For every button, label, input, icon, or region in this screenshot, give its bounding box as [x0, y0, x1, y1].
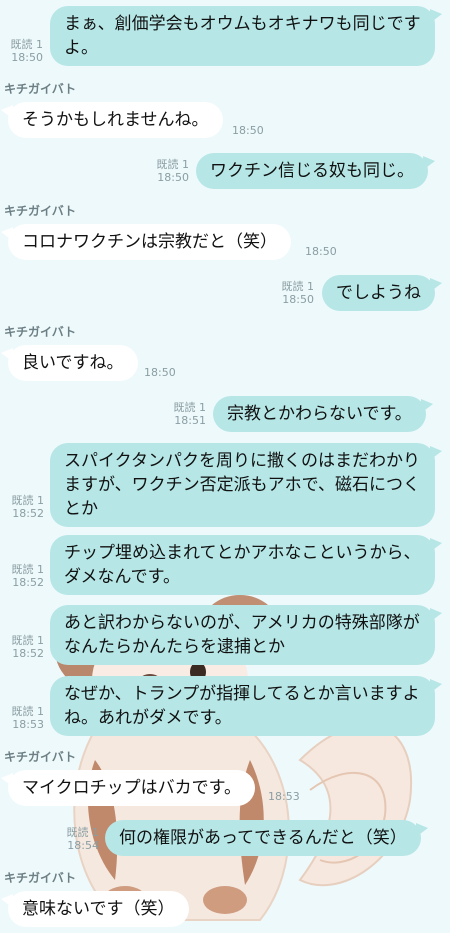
- sender-name: キチガイバト: [4, 82, 77, 96]
- message-meta: 既読 1 18:50: [270, 280, 315, 306]
- message-bubble-outgoing[interactable]: チップ埋め込まれてとかアホなこというから、ダメなんです。: [50, 535, 442, 595]
- message-meta: 既読 1 18:51: [162, 401, 207, 427]
- read-receipt: 既読 1: [11, 494, 45, 507]
- message-meta: 既読 1 18:53: [0, 705, 45, 731]
- timestamp: 18:50: [11, 51, 43, 64]
- timestamp: 18:52: [12, 507, 44, 520]
- read-receipt: 既読 1: [11, 705, 45, 718]
- read-receipt: 既読 1: [66, 826, 100, 839]
- sender-name: キチガイバト: [4, 204, 77, 218]
- read-receipt: 既読 1: [10, 38, 44, 51]
- message-bubble-outgoing[interactable]: ワクチン信じる奴も同じ。: [196, 153, 435, 189]
- message-bubble-outgoing[interactable]: あと訳わからないのが、アメリカの特殊部隊がなんたらかんたらを逮捕とか: [50, 605, 442, 665]
- timestamp: 18:54: [67, 839, 99, 852]
- timestamp: 18:52: [12, 647, 44, 660]
- message-meta: 既読 1 18:52: [0, 634, 45, 660]
- timestamp: 18:53: [12, 718, 44, 731]
- read-receipt: 既読 1: [11, 563, 45, 576]
- message-meta: 既読 1 18:52: [0, 563, 45, 589]
- message-bubble-outgoing[interactable]: なぜか、トランプが指揮してるとか言いますよね。あれがダメです。: [50, 676, 442, 736]
- timestamp: 18:52: [12, 576, 44, 589]
- timestamp: 18:53: [268, 790, 300, 803]
- sender-name: キチガイバト: [4, 750, 77, 764]
- message-meta: 既読 1 18:50: [0, 38, 44, 64]
- message-bubble-incoming[interactable]: コロナワクチンは宗教だと（笑）: [1, 224, 291, 260]
- chat-area: まぁ、創価学会もオウムもオキナワも同じですよ。 既読 1 18:50 キチガイバ…: [0, 0, 450, 933]
- message-bubble-incoming[interactable]: 良いですね。: [1, 345, 138, 381]
- message-bubble-outgoing[interactable]: スパイクタンパクを周りに撒くのはまだわかりますが、ワクチン否定派もアホで、磁石に…: [50, 443, 442, 527]
- timestamp: 18:50: [282, 293, 314, 306]
- read-receipt: 既読 1: [11, 634, 45, 647]
- message-meta: 既読 1 18:54: [55, 826, 100, 852]
- timestamp: 18:51: [174, 414, 206, 427]
- message-meta: 既読 1 18:52: [0, 494, 45, 520]
- timestamp: 18:50: [232, 124, 264, 137]
- read-receipt: 既読 1: [156, 158, 190, 171]
- message-meta: 既読 1 18:50: [145, 158, 190, 184]
- message-bubble-outgoing[interactable]: 宗教とかわらないです。: [213, 396, 433, 432]
- message-bubble-outgoing[interactable]: まぁ、創価学会もオウムもオキナワも同じですよ。: [50, 6, 442, 66]
- message-bubble-outgoing[interactable]: 何の権限があってできるんだと（笑）: [105, 820, 428, 856]
- sender-name: キチガイバト: [4, 871, 77, 885]
- message-bubble-incoming[interactable]: 意味ないです（笑）: [1, 891, 189, 927]
- read-receipt: 既読 1: [173, 401, 207, 414]
- timestamp: 18:50: [305, 245, 337, 258]
- read-receipt: 既読 1: [281, 280, 315, 293]
- message-bubble-incoming[interactable]: そうかもしれませんね。: [1, 102, 223, 138]
- timestamp: 18:50: [144, 366, 176, 379]
- message-bubble-incoming[interactable]: マイクロチップはバカです。: [1, 770, 255, 806]
- timestamp: 18:50: [157, 171, 189, 184]
- message-bubble-outgoing[interactable]: でしようね: [322, 275, 442, 311]
- sender-name: キチガイバト: [4, 325, 77, 339]
